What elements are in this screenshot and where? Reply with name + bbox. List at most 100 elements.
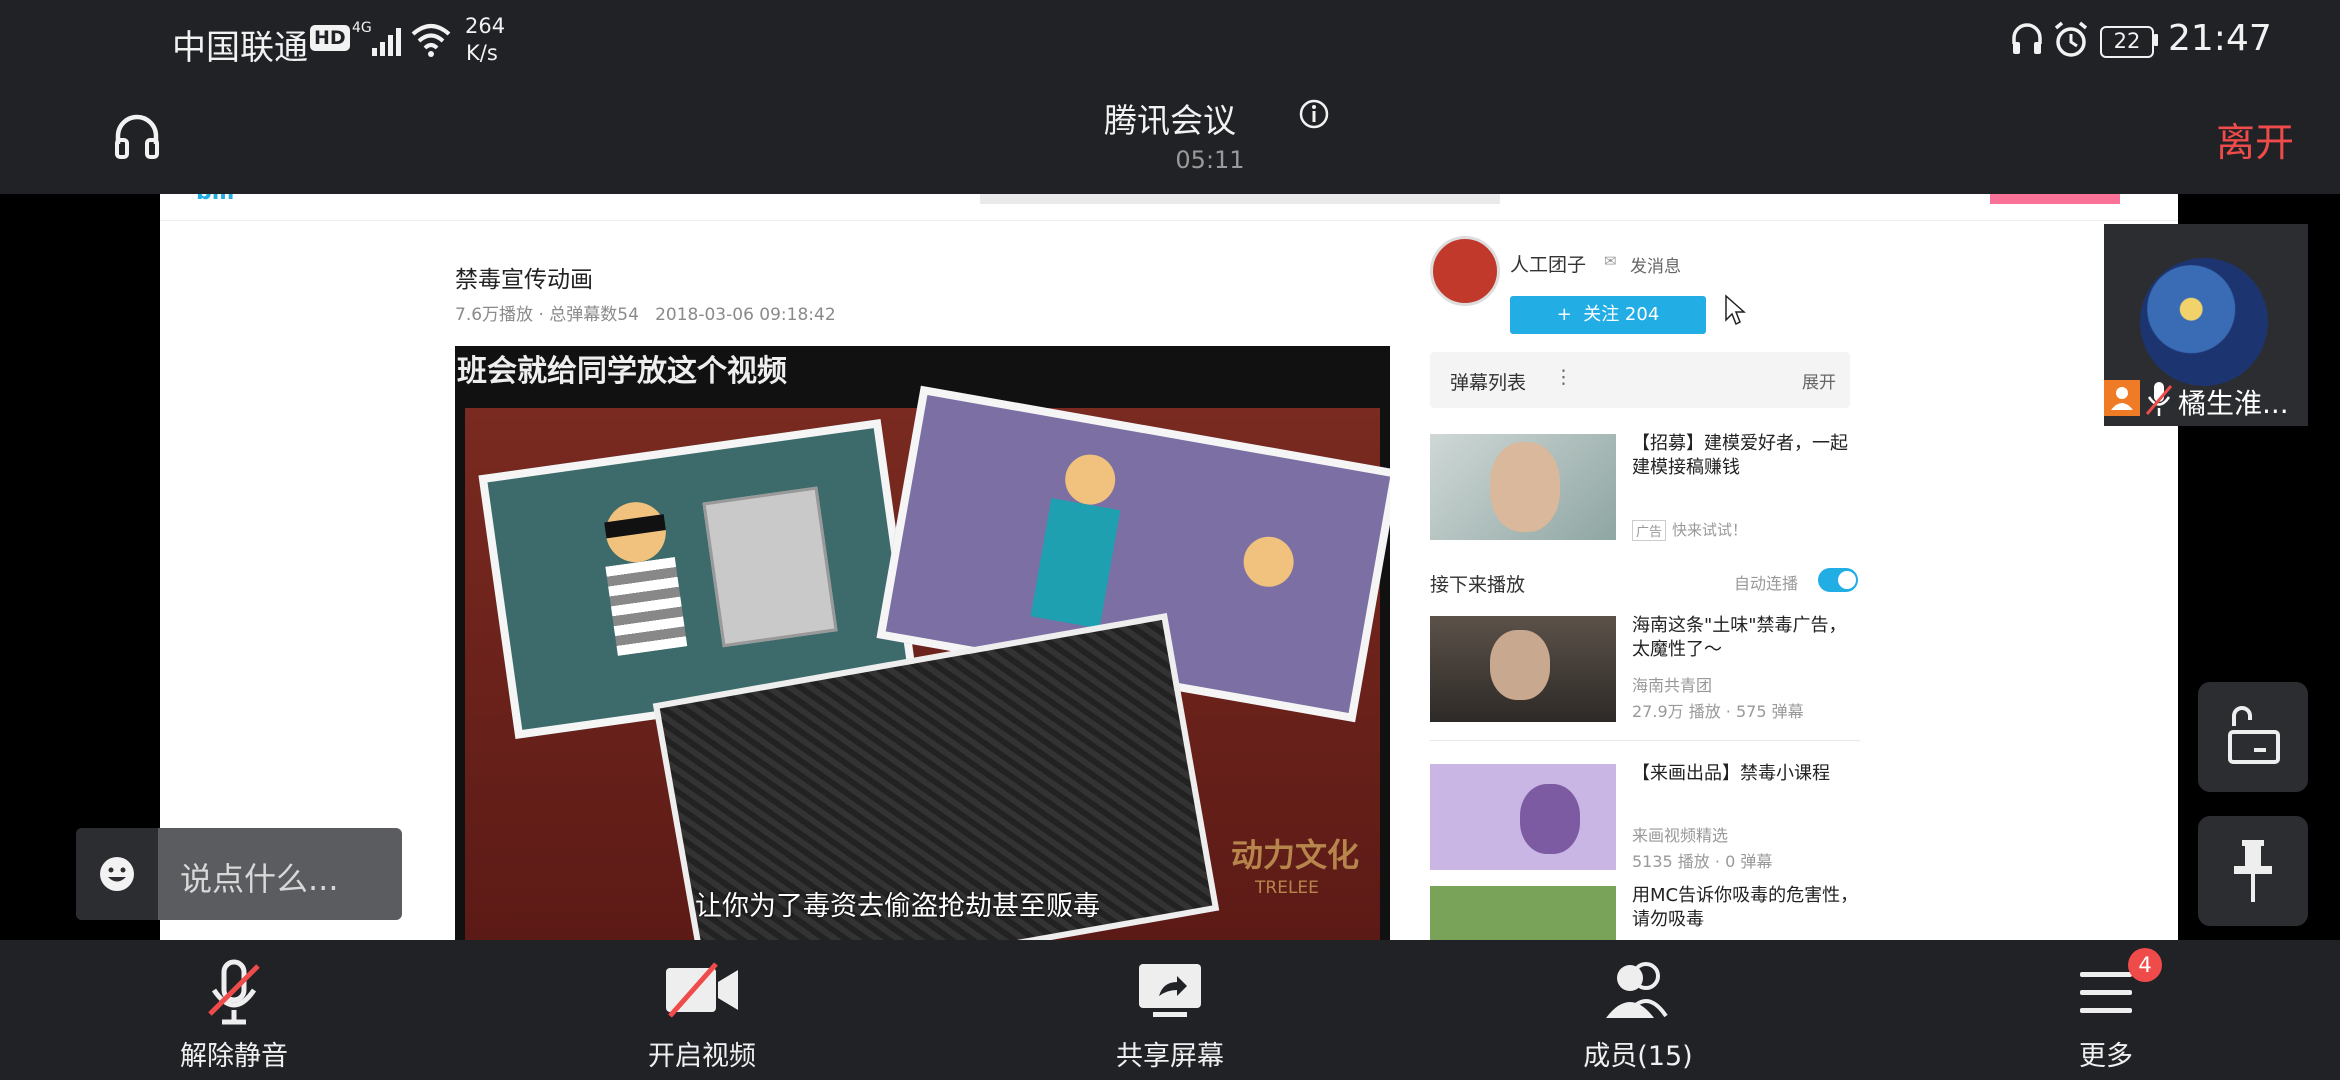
orientation-lock-icon [2228,706,2280,764]
signal-icon [372,28,401,56]
site-logo: bili [196,194,256,208]
woman-dress [1030,498,1121,629]
info-icon[interactable] [1298,98,1330,130]
page-header-strip: bili [160,194,2178,221]
rec-thumbnail-2[interactable] [1430,764,1616,870]
share-screen-label: 共享屏幕 [1116,1041,1224,1072]
danmaku-list-label: 弹幕列表 [1450,372,1527,394]
uploader-avatar[interactable] [1430,236,1500,306]
expand-link[interactable]: 展开 [1802,368,1836,393]
thief-shirt [605,557,688,656]
more-badge: 4 [2128,948,2162,982]
rec-thumbnail-1[interactable] [1430,616,1616,722]
danmaku-menu-icon[interactable]: ⋮ [1554,366,1573,388]
participant-muted-mic-icon [2145,382,2173,416]
mouse-cursor-icon [1725,294,1746,326]
pin-icon [2234,840,2272,902]
safe [702,486,838,648]
alarm-icon [2054,21,2088,57]
video-player[interactable]: 班会就给同学放这个视频 让你为了毒资去偷盗抢劫甚至贩毒 动力文化 TRELEE [455,346,1390,940]
video-watermark-sub: TRELEE [1255,878,1319,898]
host-badge-icon [2104,380,2140,416]
frame-caption-top: 班会就给同学放这个视频 [457,354,787,389]
wifi-icon [411,24,451,57]
ad-sub: 快来试试！ [1672,521,1748,539]
danmaku-list-bar[interactable]: 弹幕列表 ⋮ 展开 [1430,352,1850,408]
battery-level: 22 [2113,29,2141,53]
more-label: 更多 [2079,1041,2133,1072]
members-label: 成员(15) [1583,1041,1693,1072]
rec-author-2[interactable]: 来画视频精选 [1632,822,1728,846]
screen-orientation-lock-button[interactable] [2198,682,2308,792]
next-up-label: 接下来播放 [1430,574,1526,596]
leave-button[interactable]: 离开 [2216,112,2294,168]
status-bar: 中国联通 HD 4G 264 K/s 22 21:47 [0,0,2340,82]
shared-screen: bili 禁毒宣传动画 7.6万播放 · 总弹幕数54 2018-03-06 0… [160,194,2178,940]
pin-view-button[interactable] [2198,816,2308,926]
send-message-link[interactable]: 发消息 [1630,252,1681,277]
start-video-label: 开启视频 [648,1041,756,1072]
ad-figure [1490,442,1560,532]
meeting-duration: 05:11 [1175,146,1245,174]
meeting-title-group[interactable]: 腾讯会议 [1070,94,1270,142]
video-subtitle: 让你为了毒资去偷盗抢劫甚至贩毒 [695,891,1100,922]
members-button[interactable]: 成员(15) [1518,940,1758,1080]
more-menu-icon [2080,972,2132,1013]
follow-button[interactable]: + 关注 204 [1510,296,1706,334]
muted-mic-icon [208,959,260,1025]
battery-tip [2154,34,2158,46]
rec-1-figure [1490,630,1550,700]
uploader-name[interactable]: 人工团子 [1510,250,1586,277]
upload-button-strip [1990,194,2120,204]
share-screen-icon [1139,964,1201,1017]
search-bar-strip [980,194,1500,204]
autoplay-label: 自动连播 [1734,574,1799,593]
headset-status-icon [2012,23,2042,54]
autoplay-toggle-knob [1838,571,1856,589]
rec-thumbnail-3[interactable] [1430,886,1616,940]
chat-input-placeholder: 说点什么... [180,860,339,898]
rec-title-1[interactable]: 海南这条"土味"禁毒广告，太魔性了～ [1632,614,1862,662]
woman-face [1061,450,1120,509]
follow-label: + 关注 204 [1556,304,1660,325]
ad-thumbnail[interactable] [1430,434,1616,540]
unmute-button[interactable]: 解除静音 [114,940,354,1080]
carrier-name: 中国联通 [172,28,308,68]
video-meta: 7.6万播放 · 总弹幕数54 2018-03-06 09:18:42 [455,305,836,325]
meeting-title: 腾讯会议 [1104,101,1236,140]
rec-2-figure [1520,784,1580,854]
more-button[interactable]: 4 更多 [1986,940,2226,1080]
thief2-face [1239,532,1298,591]
rec-stats-1: 27.9万 播放 · 575 弹幕 [1632,702,1804,721]
video-title: 禁毒宣传动画 [455,267,593,293]
participant-tile[interactable]: 橘生淮... [2104,224,2308,426]
ad-tag: 广告 [1632,520,1667,541]
rec-stats-2: 5135 播放 · 0 弹幕 [1632,852,1773,871]
autoplay-toggle[interactable] [1818,568,1858,592]
chat-input-box[interactable]: 说点什么... [76,828,402,920]
rec-author-1[interactable]: 海南共青团 [1632,672,1712,696]
video-off-icon [666,962,738,1018]
video-watermark: 动力文化 [1231,836,1360,874]
members-icon [1606,962,1668,1018]
hd-badge: HD [310,25,350,51]
meeting-toolbar: 解除静音 开启视频 共享屏幕 成员(15) 4 更多 [0,940,2340,1080]
rec-title-3[interactable]: 用MC告诉你吸毒的危害性，请勿吸毒 [1632,884,1872,932]
participant-name: 橘生淮... [2178,387,2289,420]
rec-divider [1430,740,1860,741]
net-speed-value: 264 [465,14,506,38]
unmute-label: 解除静音 [180,1041,288,1072]
net-speed-unit: K/s [466,41,498,65]
audio-route-headset-icon[interactable] [112,112,162,162]
ad-title[interactable]: 【招募】建模爱好者，一起建模接稿赚钱 [1632,432,1862,480]
emoji-icon [100,857,134,891]
meeting-header: 腾讯会议 05:11 离开 [0,82,2340,194]
rec-title-2[interactable]: 【来画出品】禁毒小课程 [1632,762,1862,786]
emoji-button[interactable] [76,828,158,920]
participant-avatar [2140,258,2268,386]
mail-icon: ✉ [1604,252,1617,270]
clock: 21:47 [2168,18,2272,59]
start-video-button[interactable]: 开启视频 [582,940,822,1080]
share-screen-button[interactable]: 共享屏幕 [1050,940,1290,1080]
battery-icon: 22 [2100,26,2154,58]
